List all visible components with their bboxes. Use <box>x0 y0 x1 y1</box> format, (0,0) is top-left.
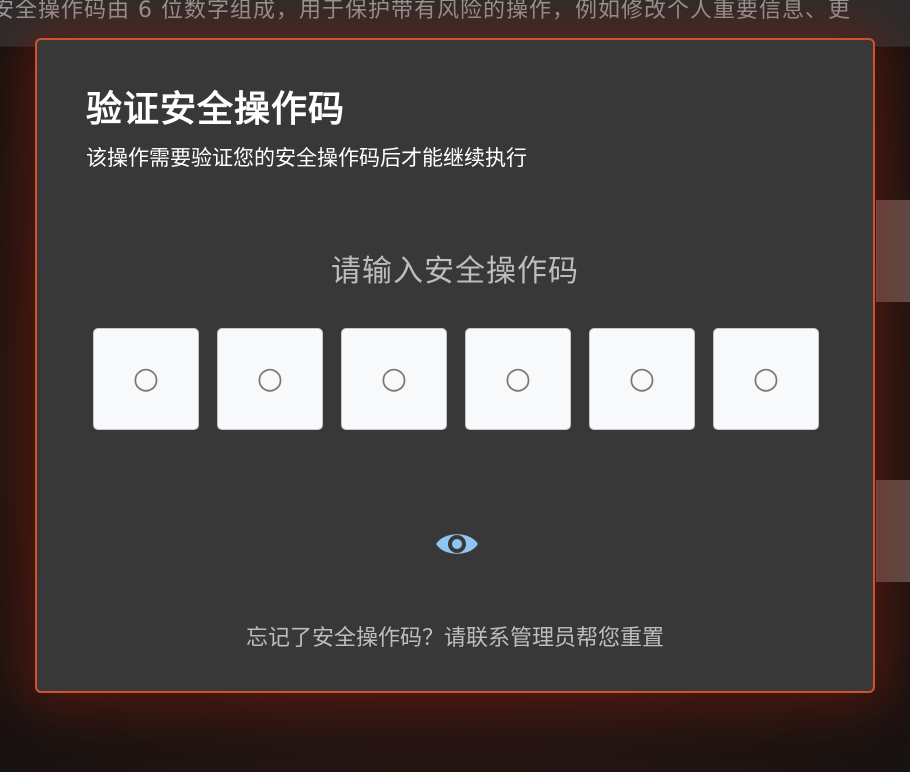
background-header-text: 安全操作码由 6 位数字组成，用于保护带有风险的操作，例如修改个人重要信息、更 <box>0 0 851 23</box>
digit-placeholder: ○ <box>256 361 284 396</box>
digit-placeholder: ○ <box>132 361 160 396</box>
digit-placeholder: ○ <box>752 361 780 396</box>
dialog-title: 验证安全操作码 <box>86 89 346 130</box>
digit-placeholder: ○ <box>504 361 532 396</box>
code-prompt: 请输入安全操作码 <box>331 254 579 289</box>
code-digit-input-2[interactable]: ○ <box>217 328 323 430</box>
verify-code-dialog: 验证安全操作码 该操作需要验证您的安全操作码后才能继续执行 请输入安全操作码 ○… <box>35 38 875 693</box>
code-input-group: ○ ○ ○ ○ ○ ○ <box>93 328 821 432</box>
forgot-code-hint: 忘记了安全操作码？请联系管理员帮您重置 <box>245 626 664 651</box>
code-digit-input-5[interactable]: ○ <box>589 328 695 430</box>
code-digit-input-6[interactable]: ○ <box>713 328 819 430</box>
code-digit-input-1[interactable]: ○ <box>93 328 199 430</box>
digit-placeholder: ○ <box>628 361 656 396</box>
code-digit-input-4[interactable]: ○ <box>465 328 571 430</box>
toggle-visibility-button[interactable] <box>434 526 480 562</box>
background-panel <box>876 200 910 302</box>
digit-placeholder: ○ <box>380 361 408 396</box>
code-digit-input-3[interactable]: ○ <box>341 328 447 430</box>
background-panel <box>876 480 910 582</box>
dialog-subtitle: 该操作需要验证您的安全操作码后才能继续执行 <box>86 146 527 170</box>
eye-icon <box>436 534 478 554</box>
